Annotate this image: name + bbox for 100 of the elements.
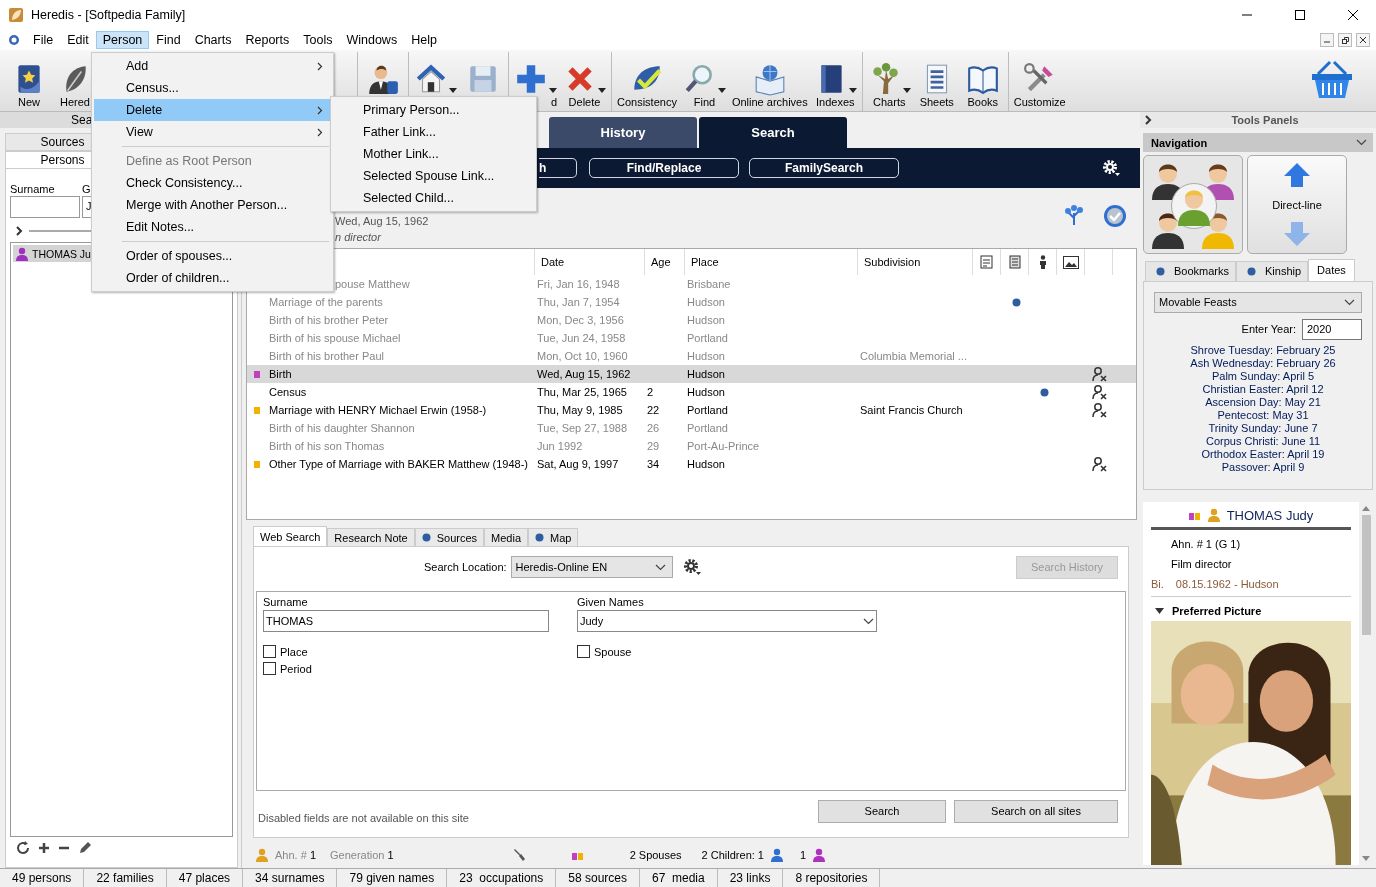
toolbar-button[interactable]: Online archives: [731, 52, 808, 111]
arrow-up-icon: [1283, 162, 1311, 189]
hint-text: Disabled fields are not available on this site: [258, 811, 470, 824]
toolbar-button[interactable]: Sheets: [916, 52, 957, 111]
table-cell: pouse Matthew: [335, 278, 410, 290]
settings-icon[interactable]: [1102, 159, 1120, 177]
toolbar-button[interactable]: Delete: [563, 52, 606, 111]
menu-item[interactable]: Edit: [60, 31, 96, 49]
surname-field[interactable]: [10, 196, 80, 218]
tab[interactable]: Search: [699, 117, 847, 148]
person-icon[interactable]: [1038, 255, 1047, 269]
tab[interactable]: Sources: [414, 528, 485, 546]
note-icon[interactable]: [979, 255, 994, 269]
status-cell: 79 given names: [337, 869, 448, 887]
checkbox[interactable]: [263, 662, 276, 675]
menu-item[interactable]: Reports: [238, 31, 297, 49]
tool-button[interactable]: h: [539, 158, 577, 178]
toolbar-button[interactable]: New: [9, 52, 49, 111]
direct-line-button[interactable]: Direct-line: [1247, 155, 1347, 254]
tab[interactable]: History: [549, 117, 697, 148]
toolbar-button[interactable]: Consistency: [617, 52, 677, 111]
menu-item[interactable]: Edit Notes...: [94, 216, 331, 238]
pencil-icon[interactable]: [78, 841, 92, 855]
menu-item[interactable]: Find: [149, 31, 188, 49]
checkbox[interactable]: [263, 645, 276, 658]
location-dropdown[interactable]: Heredis-Online EN: [510, 556, 673, 578]
menu-item[interactable]: Windows: [339, 31, 405, 49]
tab[interactable]: Kinship: [1236, 260, 1309, 281]
table-cell: 34: [647, 458, 660, 470]
tab[interactable]: Research Note: [327, 528, 415, 546]
menu-item[interactable]: Merge with Another Person...: [94, 194, 331, 216]
tab[interactable]: Map: [528, 528, 579, 546]
settings-icon[interactable]: [682, 558, 701, 576]
search-button[interactable]: Search on all sites: [954, 799, 1118, 823]
tab[interactable]: Media: [484, 528, 529, 546]
menu-item[interactable]: Tools: [296, 31, 340, 49]
given-names-dropdown[interactable]: Judy: [577, 610, 877, 632]
tab[interactable]: Web Search: [253, 526, 328, 546]
scroll-thumb[interactable]: [1361, 514, 1371, 635]
person-x-icon[interactable]: [1092, 384, 1108, 400]
navigation-header[interactable]: Navigation: [1143, 132, 1373, 153]
toolbar-button[interactable]: Indexes: [813, 52, 857, 111]
close-button[interactable]: [1356, 33, 1370, 47]
caret-icon: [598, 88, 606, 93]
person-x-icon[interactable]: [1092, 456, 1108, 472]
family-icon[interactable]: [571, 850, 584, 860]
caret-icon[interactable]: [1155, 607, 1164, 614]
dot-icon: [1039, 387, 1049, 397]
close-icon: [1348, 10, 1358, 20]
toolbar-button[interactable]: Charts: [867, 52, 911, 111]
toolbar-button[interactable]: Find: [682, 52, 726, 111]
selected-row[interactable]: Birth Wed, Aug 15, 1962 Hudson: [247, 365, 1136, 383]
scroll-icon[interactable]: [1007, 255, 1022, 269]
menu-item[interactable]: Order of children...: [94, 267, 331, 289]
tool-button[interactable]: Find/Replace: [589, 158, 739, 178]
tab[interactable]: Bookmarks: [1145, 260, 1237, 281]
surname-field[interactable]: THOMAS: [263, 610, 549, 632]
chevron-down-icon: [863, 617, 874, 625]
basket-icon[interactable]: [1310, 60, 1354, 100]
menu-item[interactable]: Mother Link...: [331, 143, 536, 165]
menu-item[interactable]: Selected Spouse Link...: [331, 165, 536, 187]
tree-icon[interactable]: [1063, 203, 1085, 226]
menu-item[interactable]: Census...: [94, 77, 331, 99]
column-header[interactable]: Place: [685, 249, 858, 275]
image-icon[interactable]: [1062, 255, 1079, 269]
plus-icon[interactable]: [38, 842, 50, 854]
menu-item[interactable]: File: [26, 31, 61, 49]
app-menu-icon[interactable]: [8, 34, 20, 46]
restore-button[interactable]: [1338, 33, 1352, 47]
menu-item[interactable]: Order of spouses...: [94, 245, 331, 267]
person-x-icon[interactable]: [1092, 402, 1108, 418]
menu-item[interactable]: Person: [95, 31, 150, 49]
checkbox[interactable]: [577, 645, 590, 658]
scroll-down-icon[interactable]: [1362, 856, 1370, 861]
toolbar-button[interactable]: Customize: [1013, 52, 1066, 111]
menu-item[interactable]: Help: [404, 31, 444, 49]
check-circle-icon[interactable]: [1103, 203, 1127, 228]
menu-item[interactable]: Add: [94, 55, 331, 77]
menu-item[interactable]: Charts: [187, 31, 239, 49]
chevron-right-icon[interactable]: [1144, 114, 1154, 125]
toolbar-button[interactable]: Books: [962, 52, 1003, 111]
year-field[interactable]: 2020: [1302, 318, 1362, 340]
feast-dropdown[interactable]: Movable Feasts: [1154, 291, 1362, 313]
table-cell: Saint Francis Church: [860, 404, 963, 416]
tool-button[interactable]: FamilySearch: [749, 158, 899, 178]
menu-item[interactable]: Delete: [94, 99, 331, 121]
column-header[interactable]: Subdivision: [858, 249, 973, 275]
refresh-icon[interactable]: [16, 841, 30, 855]
scroll-up-icon[interactable]: [1362, 505, 1370, 511]
tab[interactable]: Dates: [1308, 258, 1355, 281]
menu-item[interactable]: Selected Child...: [331, 187, 536, 209]
column-header[interactable]: Age: [645, 249, 685, 275]
menu-item[interactable]: Check Consistency...: [94, 172, 331, 194]
column-header[interactable]: Date: [535, 249, 645, 275]
search-button[interactable]: Search: [818, 799, 946, 823]
family-navigator[interactable]: [1143, 155, 1243, 254]
menu-item[interactable]: Father Link...: [331, 121, 536, 143]
person-x-icon[interactable]: [1092, 366, 1108, 382]
status-cell: 58 sources: [556, 869, 640, 887]
chevron-right-icon[interactable]: [16, 226, 23, 236]
